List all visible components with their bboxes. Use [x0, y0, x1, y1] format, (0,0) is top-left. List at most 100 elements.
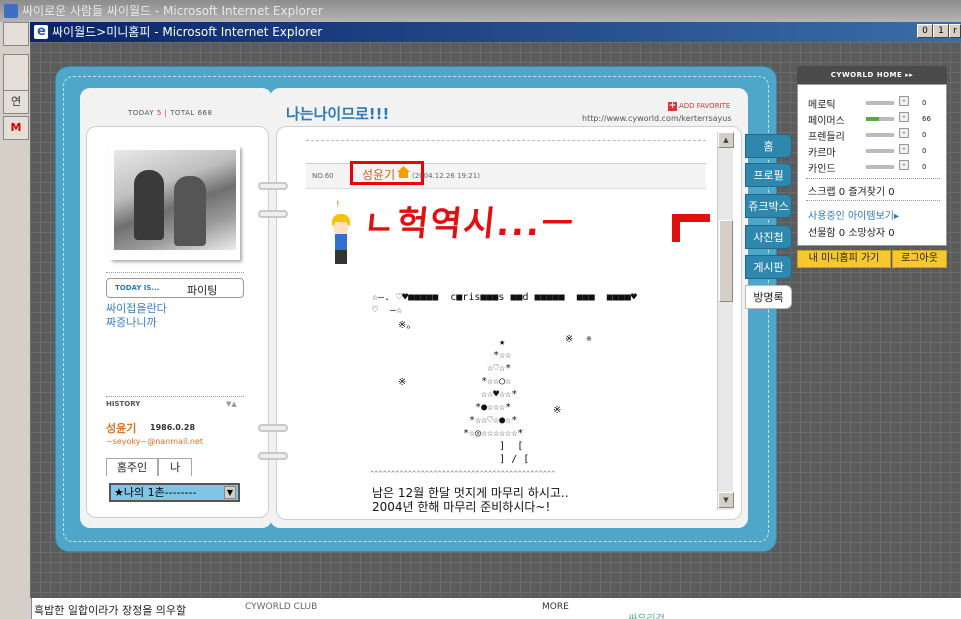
tab-owner[interactable]: 홈주인 [106, 458, 158, 476]
stat-button[interactable]: - [899, 144, 909, 154]
profile-photo [110, 146, 240, 260]
message-line: 남은 12월 한달 멋지게 마무리 하시고.. [372, 486, 569, 500]
back-toolbar-button-3[interactable]: 연 [3, 90, 29, 114]
add-favorite-button[interactable]: + ADD FAVORITE [668, 102, 730, 111]
post-message: 남은 12월 한달 멋지게 마무리 하시고.. 2004년 한해 마무리 준비하… [372, 486, 569, 514]
back-window-title: 싸이로운 사람들 싸이월드 - Microsoft Internet Explo… [22, 4, 323, 18]
ie-icon [4, 4, 18, 18]
history-arrows-icon[interactable]: ▼▲ [226, 400, 237, 408]
handwritten-annotation: ㄴ헉역시...ㅡ [361, 204, 577, 244]
visitor-counter: TODAY 5 | TOTAL 668 [128, 109, 213, 117]
binder-ring [258, 424, 288, 432]
post-number: NO.60 [312, 172, 334, 180]
ilchon-select[interactable]: ★나의 1촌-------- ▼ [109, 483, 240, 502]
intro-line: 싸이접을란다 [106, 302, 167, 315]
message-line: 2004년 한해 마무리 준비하시다~! [372, 500, 551, 514]
handwritten-mark [672, 214, 710, 242]
back-toolbar-button-4[interactable]: M [3, 116, 29, 140]
logout-button[interactable]: 로그아웃 [892, 250, 947, 268]
back-content-text: 흑밥한 일합이라가 장정을 의우할 [34, 604, 187, 617]
photo-figure [134, 170, 164, 240]
tab-me[interactable]: 나 [158, 458, 192, 476]
scroll-down-button[interactable]: ▼ [718, 492, 734, 508]
stat-label: 페이머스 [808, 116, 845, 127]
post-text-line: ※。 [398, 320, 417, 331]
exclamation-icon: ! [336, 200, 340, 210]
back-window-titlebar: 싸이로운 사람들 싸이월드 - Microsoft Internet Explo… [0, 0, 961, 22]
chevron-down-icon[interactable]: ▼ [224, 486, 236, 499]
mood-value: 파이팅 [187, 284, 218, 297]
back-window-content: 흑밥한 일합이라가 장정을 의우할 CYWORLD CLUB MORE 싸우리걱 [32, 596, 961, 619]
post-text-line: ☆―. ♡♥■■■■■ c■ris■■■s ■■d ■■■■■ ■■■ ■■■■… [372, 292, 637, 303]
scroll-thumb[interactable] [719, 220, 733, 302]
avatar-body [335, 234, 347, 250]
add-favorite-label: ADD FAVORITE [679, 102, 731, 110]
intro-line: 짜증나니까 [106, 316, 157, 329]
avatar-face [334, 222, 348, 234]
window-title: 싸이월드>미니홈피 - Microsoft Internet Explorer [52, 25, 323, 39]
tab-board[interactable]: 게시판 [745, 255, 792, 279]
stat-label: 카르마 [808, 148, 836, 159]
post-text-line: ♡ ―☆ [372, 305, 403, 316]
minimize-button[interactable]: 0 [917, 24, 933, 38]
vertical-scrollbar[interactable]: ▲ ▼ [717, 132, 734, 510]
stat-bar [866, 101, 894, 105]
christmas-tree-art: ★ *☆☆ ☆♡☆* *☆☆○☆ ☆☆♥☆☆* *●☆☆☆* *☆☆♡☆●☆* … [463, 337, 530, 465]
profile-intro: 싸이접을란다 짜증나니까 [106, 302, 167, 330]
minime-avatar: ! [330, 200, 352, 268]
stat-label: 메로틱 [808, 100, 836, 111]
stat-value: 66 [922, 115, 931, 123]
tab-profile[interactable]: 프로필 [745, 163, 792, 187]
view-items-link[interactable]: 사용중인 아이템보기▸ [808, 207, 899, 222]
tab-jukebox[interactable]: 쥬크박스 [745, 194, 792, 218]
stat-label: 카인드 [808, 164, 836, 175]
back-toolbar-button-2[interactable] [3, 54, 29, 94]
divider [806, 178, 940, 179]
total-count: 668 [197, 109, 213, 117]
stat-button[interactable]: - [899, 112, 909, 122]
scrap-bookmark-counts[interactable]: 스크랩 0 즐겨찾기 0 [808, 183, 895, 198]
back-more-link[interactable]: MORE [542, 602, 569, 612]
gift-box-counts[interactable]: 선물함 0 소망상자 0 [808, 224, 895, 239]
stat-button[interactable]: - [899, 160, 909, 170]
today-is-box: TODAY IS... 파이팅 [106, 278, 244, 298]
back-club-label: CYWORLD CLUB [245, 602, 318, 612]
stat-value: 0 [922, 163, 927, 171]
close-button[interactable]: r [949, 24, 961, 38]
maximize-button[interactable]: 1 [933, 24, 949, 38]
post-author[interactable]: 성윤기 [362, 166, 395, 183]
minihompy-url[interactable]: http://www.cyworld.com/kerterrsayus [582, 114, 732, 123]
divider [106, 272, 244, 273]
owner-email[interactable]: ~seyoky~@nanmail.net [106, 437, 203, 446]
ilchon-select-value: ★나의 1촌-------- [114, 486, 197, 499]
decor-mark: ※ [586, 335, 592, 343]
ie-icon [34, 22, 48, 42]
back-window-left-toolbar: 연 M [0, 22, 32, 619]
squiggle-line: ^^^^^^^^^^^^^^^^^^^^^^^^^^^^^^^^^^^^^^^^… [370, 470, 556, 478]
stat-button[interactable]: - [899, 128, 909, 138]
scroll-up-button[interactable]: ▲ [718, 132, 734, 148]
stat-label: 프렌들리 [808, 132, 845, 143]
divider [106, 396, 244, 397]
back-toolbar-button-1[interactable] [3, 22, 29, 46]
divider [306, 140, 706, 141]
binder-ring [258, 452, 288, 460]
stat-bar [866, 165, 894, 169]
go-my-minihompy-button[interactable]: 내 미니홈피 가기 [797, 250, 891, 268]
profile-photo-image [114, 150, 236, 250]
stat-bar [866, 149, 894, 153]
today-count: 5 [156, 109, 162, 117]
decor-mark: ※ [565, 334, 574, 345]
tab-home[interactable]: 홈 [745, 134, 792, 158]
cyworld-home-header[interactable]: CYWORLD HOME ▸▸ [797, 66, 947, 84]
tab-photo-album[interactable]: 사진첩 [745, 225, 792, 249]
stat-bar-fill [866, 117, 879, 121]
stat-value: 0 [922, 131, 927, 139]
today-is-label: TODAY IS... [115, 284, 160, 292]
total-label: TOTAL [170, 109, 195, 117]
binder-ring [258, 182, 288, 190]
history-label[interactable]: HISTORY [106, 400, 140, 408]
post-date: (2004.12.26 19:21) [412, 172, 480, 180]
tab-guestbook[interactable]: 방명록 [745, 285, 792, 309]
stat-button[interactable]: - [899, 96, 909, 106]
